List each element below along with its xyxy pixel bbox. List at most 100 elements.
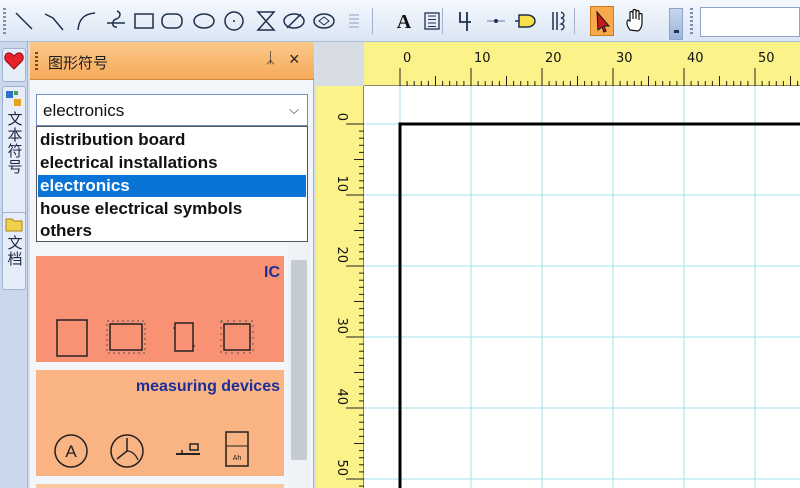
- meter-box-icon[interactable]: Ah: [224, 430, 250, 470]
- side-tab-strip: 文本符号 文档: [0, 42, 28, 488]
- text-block-tool-icon: [424, 12, 440, 30]
- category-option-house-electrical-symbols[interactable]: house electrical symbols: [38, 198, 306, 220]
- toolbar-input-field[interactable]: [700, 7, 800, 37]
- favorites-tab[interactable]: [2, 48, 26, 82]
- curve-tool-icon: [107, 10, 125, 28]
- ammeter-label: A: [65, 442, 77, 461]
- ruler-label: 30: [334, 317, 349, 334]
- rectangle-tool-icon: [134, 13, 154, 29]
- select-pointer-button[interactable]: [590, 6, 614, 36]
- ruler-label: 20: [545, 51, 562, 66]
- toolbar-grip-2[interactable]: [690, 8, 693, 34]
- text-block-tool-button[interactable]: [420, 6, 444, 36]
- drawing-toolbar: A: [0, 0, 800, 42]
- gate-symbol-tool-icon: [515, 14, 536, 28]
- documents-tab-label: 文档: [5, 235, 23, 267]
- curve-tool-button[interactable]: [104, 6, 128, 36]
- ic-narrow-rect-icon[interactable]: [172, 320, 196, 354]
- rounded-rectangle-tool-icon: [161, 13, 183, 29]
- select-pointer-icon: [596, 10, 611, 33]
- ic-tall-rect-icon[interactable]: [54, 316, 90, 358]
- ruler-label: 30: [616, 51, 633, 66]
- panel-header: 图形符号 ᛣ ×: [30, 42, 314, 80]
- symbol-group-icons: [36, 312, 284, 362]
- arc-tool-icon: [77, 12, 96, 31]
- app-window: A 文本符号 文档 图形符号 ᛣ × electronics ⌵ distrib…: [0, 0, 800, 488]
- category-select-value: electronics: [43, 101, 125, 120]
- arc-tool-button[interactable]: [74, 6, 98, 36]
- align-lines-button[interactable]: [342, 6, 366, 36]
- drawing-area: 0 10 20 30 40 50 0 10 20 30 40 50: [316, 42, 800, 488]
- documents-tab[interactable]: 文档: [2, 212, 26, 290]
- ammeter-icon[interactable]: A: [52, 432, 90, 470]
- symbol-group-label: measuring devices: [135, 378, 280, 395]
- category-option-others[interactable]: others: [38, 220, 306, 242]
- text-tool-button[interactable]: A: [392, 6, 416, 36]
- folder-icon: [5, 218, 23, 232]
- ruler-label: 20: [334, 246, 349, 263]
- ruler-label: 10: [334, 175, 349, 192]
- ruler-label: 40: [334, 388, 349, 405]
- horizontal-ruler-ticks: 0 10 20 30 40 50: [399, 51, 799, 86]
- category-option-electronics[interactable]: electronics: [38, 175, 306, 197]
- circle-tool-button[interactable]: [222, 6, 246, 36]
- transformer-symbol-tool-icon: [552, 11, 565, 31]
- ruler-corner: [316, 42, 364, 86]
- diagonal-line-tool-icon: [44, 13, 64, 31]
- align-lines-icon: [349, 14, 359, 28]
- graphic-symbols-panel: 图形符号 ᛣ × electronics ⌵ distribution boar…: [30, 42, 314, 488]
- panel-title: 图形符号: [48, 55, 109, 72]
- switch-symbol-icon[interactable]: [174, 440, 202, 460]
- category-option-electrical-installations[interactable]: electrical installations: [38, 152, 306, 174]
- symbol-group-ic[interactable]: IC: [36, 256, 284, 362]
- ic-dotted-rect-icon[interactable]: [106, 320, 146, 354]
- ruler-label: 50: [334, 459, 349, 476]
- ruler-label: 10: [474, 51, 491, 66]
- ruler-label: 50: [758, 51, 775, 66]
- category-select[interactable]: electronics ⌵: [36, 94, 308, 126]
- hourglass-shape-tool-icon: [256, 11, 276, 31]
- rectangle-tool-button[interactable]: [132, 6, 156, 36]
- toolbar-grip[interactable]: [3, 8, 6, 34]
- close-button[interactable]: ×: [289, 49, 305, 69]
- line-tool-button[interactable]: [12, 6, 36, 36]
- meter-clock-icon[interactable]: [108, 432, 146, 470]
- circle-tool-icon: [224, 11, 244, 31]
- hourglass-shape-tool-button[interactable]: [254, 6, 278, 36]
- rounded-rectangle-tool-button[interactable]: [160, 6, 184, 36]
- junction-tool-button[interactable]: [484, 6, 508, 36]
- connector-tool-button[interactable]: [454, 6, 478, 36]
- pan-hand-button[interactable]: [622, 6, 646, 36]
- crossed-ellipse-tool-button[interactable]: [312, 6, 336, 36]
- ic-square-icon[interactable]: [220, 320, 254, 354]
- ruler-label: 0: [403, 51, 411, 66]
- toolbar-separator: [442, 8, 443, 34]
- symbol-group-measuring-devices[interactable]: measuring devices A Ah: [36, 370, 284, 476]
- symbol-group-next[interactable]: [36, 484, 284, 488]
- toolbar-overflow-button[interactable]: [669, 8, 683, 40]
- meter-box-label: Ah: [233, 455, 242, 462]
- category-option-distribution-board[interactable]: distribution board: [38, 129, 306, 151]
- text-symbols-icon: [6, 91, 21, 106]
- drawing-page[interactable]: [364, 86, 800, 488]
- gate-symbol-tool-button[interactable]: [514, 6, 538, 36]
- crossed-ellipse-tool-icon: [313, 13, 335, 29]
- category-dropdown-list: distribution board electrical installati…: [36, 126, 308, 242]
- symbol-list-scrollbar[interactable]: [288, 242, 310, 488]
- svg-text:A: A: [397, 11, 412, 33]
- connector-tool-icon: [459, 12, 471, 31]
- diagonal-line-tool-button[interactable]: [42, 6, 66, 36]
- symbol-group-list: IC measuring devices A Ah: [34, 242, 310, 488]
- toolbar-separator: [574, 8, 575, 34]
- ellipse-tool-button[interactable]: [192, 6, 216, 36]
- symbol-group-icons: A Ah: [36, 426, 284, 476]
- line-tool-icon: [15, 12, 33, 30]
- pin-button[interactable]: ᛣ: [266, 50, 282, 70]
- slashed-ellipse-tool-button[interactable]: [282, 6, 306, 36]
- page-border: [398, 122, 800, 488]
- panel-grip[interactable]: [35, 52, 38, 70]
- scrollbar-thumb[interactable]: [291, 260, 307, 460]
- slashed-ellipse-tool-icon: [283, 13, 305, 29]
- transformer-symbol-tool-button[interactable]: [546, 6, 570, 36]
- ellipse-tool-icon: [193, 13, 215, 29]
